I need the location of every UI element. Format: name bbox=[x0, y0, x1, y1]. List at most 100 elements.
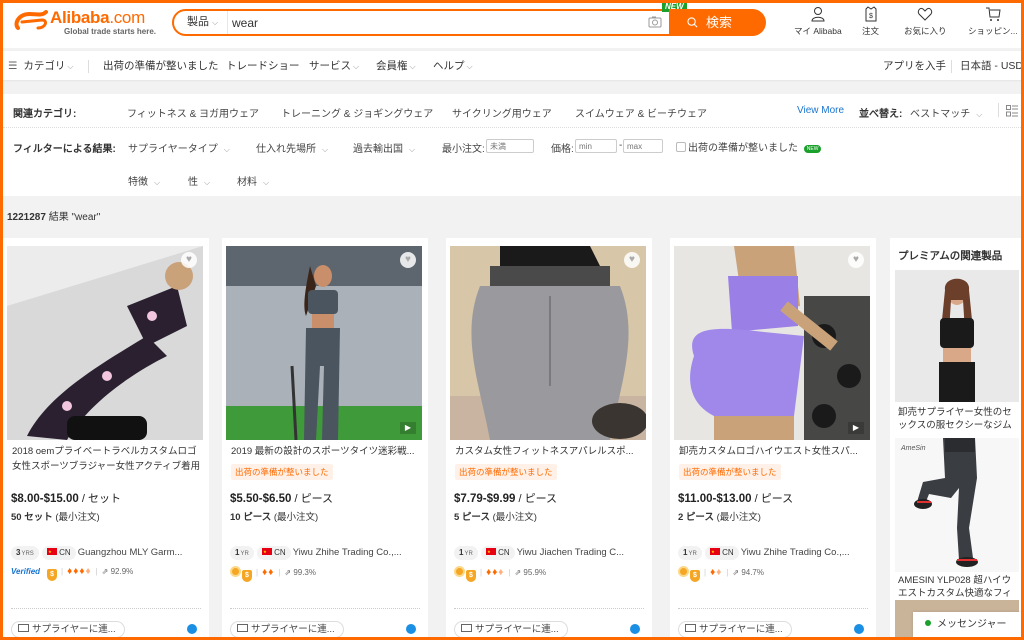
checkbox-box[interactable] bbox=[676, 142, 686, 152]
chat-icon[interactable] bbox=[406, 624, 416, 634]
premium-product-title[interactable]: AMESIN YLP028 超ハイウエストカスタム快適なフィ bbox=[898, 574, 1018, 600]
related-category-link[interactable]: スイムウェア & ビーチウェア bbox=[575, 105, 707, 120]
nav-item-trade-show[interactable]: トレードショー bbox=[226, 51, 300, 81]
search-category-select[interactable]: 製品 ⌵ bbox=[174, 11, 228, 34]
trade-assurance-icon[interactable]: $ bbox=[466, 570, 476, 582]
supplier-name[interactable]: Yiwu Jiachen Trading C... bbox=[517, 547, 624, 558]
product-price: $5.50-$6.50 / ピース bbox=[230, 493, 334, 505]
nav-bar: ☰ カテゴリ ⌵ 出荷の準備が整いました トレードショー サービス ⌵ 会員権 ⌵ ヘル… bbox=[0, 50, 1024, 80]
response-rate: ⇗ 92.9% bbox=[101, 567, 134, 576]
gold-coin-icon[interactable] bbox=[230, 566, 241, 577]
divider bbox=[678, 608, 868, 609]
product-title[interactable]: 2019 最新の設計のスポーツタイツ迷彩戦... bbox=[231, 444, 421, 459]
language-currency-select[interactable]: 日本語 - USD⌵ bbox=[960, 51, 1024, 82]
trade-assurance-icon[interactable]: $ bbox=[242, 570, 252, 582]
favorites-button[interactable]: お気に入り bbox=[904, 6, 947, 37]
chat-icon[interactable] bbox=[630, 624, 640, 634]
cart-button[interactable]: ショッピン... bbox=[968, 6, 1018, 37]
ready-to-ship-checkbox[interactable]: 出荷の準備が整いました NEW bbox=[676, 139, 822, 154]
product-title[interactable]: カスタム女性フィットネスアパレルスポ... bbox=[455, 444, 645, 459]
alibaba-logo[interactable]: Alibaba.com Global trade starts here. bbox=[8, 8, 156, 36]
trade-assurance-icon[interactable]: $ bbox=[47, 569, 58, 581]
country-badge: CN bbox=[481, 545, 515, 560]
divider bbox=[230, 608, 420, 609]
response-rate: ⇗ 99.3% bbox=[284, 568, 316, 577]
favorite-heart-icon[interactable]: ♥ bbox=[624, 252, 640, 268]
related-category-link[interactable]: トレーニング & ジョギングウェア bbox=[281, 105, 433, 120]
supplier-name[interactable]: Guangzhou MLY Garm... bbox=[78, 547, 183, 558]
contact-supplier-button[interactable]: サプライヤーに連... bbox=[678, 621, 792, 638]
nav-item-ready-to-ship[interactable]: 出荷の準備が整いました bbox=[103, 51, 219, 81]
nav-item-services[interactable]: サービス ⌵ bbox=[309, 51, 359, 82]
list-view-icon[interactable] bbox=[1006, 105, 1018, 117]
contact-supplier-button[interactable]: サプライヤーに連... bbox=[454, 621, 568, 638]
feature-dropdown[interactable]: 特徴 ⌵ bbox=[128, 173, 160, 188]
country-badge: CN bbox=[42, 545, 76, 560]
chat-icon[interactable] bbox=[854, 624, 864, 634]
my-alibaba-button[interactable]: マイ Alibaba bbox=[794, 6, 842, 37]
related-category-link[interactable]: フィットネス & ヨガ用ウェア bbox=[127, 105, 259, 120]
product-card[interactable]: ♥ 2018 oemプライベートラベルカスタムロゴ女性スポーツブラジャー女性アクテ… bbox=[3, 238, 209, 640]
moq-input[interactable] bbox=[486, 139, 534, 153]
nav-item-help[interactable]: ヘルプ ⌵ bbox=[433, 51, 473, 82]
search-bar: 製品⌵ NEW 検索 bbox=[172, 2, 766, 36]
country-badge: CN bbox=[705, 545, 739, 560]
chevron-down-icon: ⌵ bbox=[353, 62, 360, 71]
view-more-link[interactable]: View More bbox=[797, 105, 844, 116]
product-title[interactable]: 2018 oemプライベートラベルカスタムロゴ女性スポーツブラジャー女性アクティ… bbox=[12, 444, 202, 474]
product-image[interactable]: ♥ bbox=[450, 246, 646, 440]
trade-assurance-icon[interactable]: $ bbox=[690, 570, 700, 582]
orders-button[interactable]: $ 注文 bbox=[862, 6, 879, 37]
mail-icon bbox=[461, 624, 472, 632]
gender-dropdown[interactable]: 性 ⌵ bbox=[188, 173, 210, 188]
product-card[interactable]: ♥ ▶ 2019 最新の設計のスポーツタイツ迷彩戦... 出荷の準備が整いました $5.… bbox=[222, 238, 428, 640]
get-app-link[interactable]: アプリを入手 bbox=[883, 51, 946, 81]
product-card[interactable]: ♥ ▶ 卸売カスタムロゴハイウエスト女性スパ... 出荷の準備が整いました $11.00… bbox=[670, 238, 876, 640]
chevron-down-icon: ⌵ bbox=[204, 178, 211, 187]
years-badge: 1YR bbox=[454, 545, 478, 560]
china-flag-icon bbox=[486, 545, 497, 559]
gold-coin-icon[interactable] bbox=[454, 566, 465, 577]
search-button[interactable]: 検索 bbox=[669, 9, 766, 36]
premium-heading: プレミアムの関連製品 bbox=[898, 250, 1003, 262]
half-diamond-icon: ♦ bbox=[498, 567, 505, 578]
price-max-input[interactable] bbox=[623, 139, 663, 153]
supplier-location-dropdown[interactable]: 仕入れ先場所 ⌵ bbox=[256, 140, 328, 155]
favorite-heart-icon[interactable]: ♥ bbox=[181, 252, 197, 268]
product-photo bbox=[450, 246, 646, 440]
premium-product-image[interactable]: AmeSin bbox=[895, 438, 1019, 572]
product-image[interactable]: ♥ bbox=[7, 246, 203, 440]
ready-to-ship-badge: 出荷の準備が整いました bbox=[455, 464, 557, 480]
min-order: 2 ピース (最小注文) bbox=[678, 512, 761, 523]
nav-categories[interactable]: ☰ カテゴリ ⌵ bbox=[8, 51, 74, 82]
supplier-type-dropdown[interactable]: サプライヤータイプ ⌵ bbox=[128, 140, 230, 155]
nav-item-membership[interactable]: 会員権 ⌵ bbox=[376, 51, 416, 82]
premium-product-image[interactable] bbox=[895, 270, 1019, 402]
favorite-heart-icon[interactable]: ♥ bbox=[400, 252, 416, 268]
past-export-dropdown[interactable]: 過去輸出国 ⌵ bbox=[353, 140, 415, 155]
search-input[interactable] bbox=[232, 13, 632, 32]
product-image[interactable]: ♥ ▶ bbox=[674, 246, 870, 440]
product-image[interactable]: ♥ ▶ bbox=[226, 246, 422, 440]
product-title[interactable]: 卸売カスタムロゴハイウエスト女性スパ... bbox=[679, 444, 869, 459]
video-icon[interactable]: ▶ bbox=[400, 422, 416, 434]
contact-supplier-button[interactable]: サプライヤーに連... bbox=[230, 621, 344, 638]
video-icon[interactable]: ▶ bbox=[848, 422, 864, 434]
related-category-link[interactable]: サイクリング用ウェア bbox=[452, 105, 552, 120]
favorite-heart-icon[interactable]: ♥ bbox=[848, 252, 864, 268]
verified-badge[interactable]: Verified bbox=[11, 567, 40, 576]
supplier-name[interactable]: Yiwu Zhihe Trading Co.,... bbox=[741, 547, 850, 558]
contact-supplier-button[interactable]: サプライヤーに連... bbox=[11, 621, 125, 638]
chevron-down-icon: ⌵ bbox=[409, 145, 416, 154]
chat-icon[interactable] bbox=[187, 624, 197, 634]
supplier-name[interactable]: Yiwu Zhihe Trading Co.,... bbox=[293, 547, 402, 558]
price-min-input[interactable] bbox=[575, 139, 617, 153]
premium-product-title[interactable]: 卸売サプライヤー女性のセックスの服セクシーなジム bbox=[898, 406, 1018, 432]
gold-coin-icon[interactable] bbox=[678, 566, 689, 577]
messenger-button[interactable]: メッセンジャー bbox=[913, 612, 1021, 637]
camera-icon[interactable] bbox=[648, 15, 662, 29]
divider bbox=[454, 608, 644, 609]
sort-select[interactable]: ベストマッチ ⌵ bbox=[910, 105, 982, 120]
material-dropdown[interactable]: 材料 ⌵ bbox=[237, 173, 269, 188]
product-card[interactable]: ♥ カスタム女性フィットネスアパレルスポ... 出荷の準備が整いました $7.79-$… bbox=[446, 238, 652, 640]
